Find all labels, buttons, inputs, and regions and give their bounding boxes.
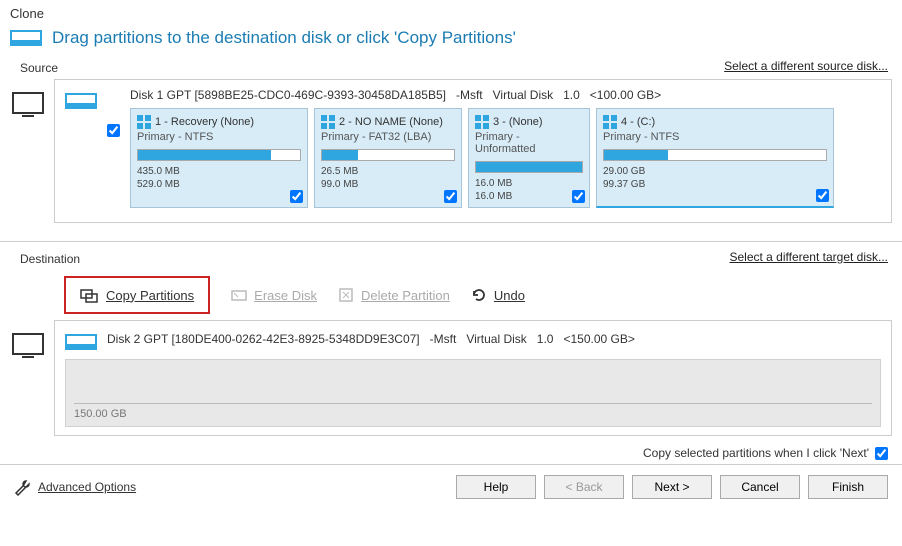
partition-usage-bar: [137, 149, 301, 161]
partition-usage-bar: [603, 149, 827, 161]
partition-sizes: 26.5 MB99.0 MB: [321, 165, 455, 191]
delete-partition-button: Delete Partition: [337, 286, 450, 304]
destination-free-size: 150.00 GB: [74, 403, 872, 420]
partition-type: Primary - NTFS: [137, 131, 301, 143]
change-source-link[interactable]: Select a different source disk...: [724, 59, 888, 73]
computer-icon: [10, 87, 46, 123]
partition-name: 4 - (C:): [621, 116, 655, 128]
partition-name: 3 - (None): [493, 116, 543, 128]
partition-checkbox[interactable]: [816, 189, 829, 202]
partition[interactable]: 2 - NO NAME (None) Primary - FAT32 (LBA)…: [314, 108, 462, 208]
computer-icon: [10, 328, 46, 364]
copy-icon: [80, 286, 100, 304]
cancel-button[interactable]: Cancel: [720, 475, 800, 499]
delete-icon: [337, 286, 355, 304]
partition-name: 1 - Recovery (None): [155, 116, 254, 128]
partition-type: Primary - NTFS: [603, 131, 827, 143]
partition-sizes: 435.0 MB529.0 MB: [137, 165, 301, 191]
disk-icon: [10, 25, 42, 51]
disk-icon: [65, 329, 97, 355]
windows-icon: [475, 115, 489, 129]
advanced-options-link[interactable]: Advanced Options: [14, 478, 136, 496]
windows-icon: [321, 115, 335, 129]
help-button[interactable]: Help: [456, 475, 536, 499]
next-button[interactable]: Next >: [632, 475, 712, 499]
destination-disk-title: Disk 2 GPT [180DE400-0262-42E3-8925-5348…: [107, 332, 645, 346]
partition-usage-bar: [321, 149, 455, 161]
partition[interactable]: 3 - (None) Primary - Unformatted 16.0 MB…: [468, 108, 590, 208]
page-title: Clone: [10, 6, 892, 21]
partition-usage-bar: [475, 161, 583, 173]
partition-sizes: 29.00 GB99.37 GB: [603, 165, 827, 191]
finish-button[interactable]: Finish: [808, 475, 888, 499]
source-disk-checkbox[interactable]: [107, 124, 120, 137]
header-message: Drag partitions to the destination disk …: [52, 28, 516, 48]
partition-checkbox[interactable]: [572, 190, 585, 203]
undo-button[interactable]: Undo: [470, 286, 525, 304]
destination-disk-panel: Disk 2 GPT [180DE400-0262-42E3-8925-5348…: [54, 320, 892, 436]
partition-checkbox[interactable]: [444, 190, 457, 203]
erase-disk-button: Erase Disk: [230, 286, 317, 304]
disk-icon: [65, 88, 97, 114]
source-disk-panel: Disk 1 GPT [5898BE25-CDC0-469C-9393-3045…: [54, 79, 892, 223]
destination-toolbar: Copy Partitions Erase Disk Delete Partit…: [0, 270, 902, 320]
partition[interactable]: 1 - Recovery (None) Primary - NTFS 435.0…: [130, 108, 308, 208]
source-label: Source: [10, 55, 68, 77]
windows-icon: [603, 115, 617, 129]
change-target-link[interactable]: Select a different target disk...: [729, 250, 888, 264]
copy-on-next-checkbox[interactable]: Copy selected partitions when I click 'N…: [643, 446, 888, 460]
undo-icon: [470, 286, 488, 304]
header: Clone Drag partitions to the destination…: [0, 0, 902, 55]
source-disk-title: Disk 1 GPT [5898BE25-CDC0-469C-9393-3045…: [130, 88, 881, 102]
erase-icon: [230, 286, 248, 304]
partition-name: 2 - NO NAME (None): [339, 116, 443, 128]
destination-label: Destination: [10, 246, 90, 268]
copy-partitions-button[interactable]: Copy Partitions: [64, 276, 210, 314]
partition[interactable]: 4 - (C:) Primary - NTFS 29.00 GB99.37 GB: [596, 108, 834, 208]
partition-checkbox[interactable]: [290, 190, 303, 203]
partition-type: Primary - Unformatted: [475, 131, 583, 155]
wrench-icon: [14, 478, 32, 496]
destination-free-space[interactable]: 150.00 GB: [65, 359, 881, 427]
back-button: < Back: [544, 475, 624, 499]
partition-type: Primary - FAT32 (LBA): [321, 131, 455, 143]
partition-sizes: 16.0 MB16.0 MB: [475, 177, 583, 203]
windows-icon: [137, 115, 151, 129]
